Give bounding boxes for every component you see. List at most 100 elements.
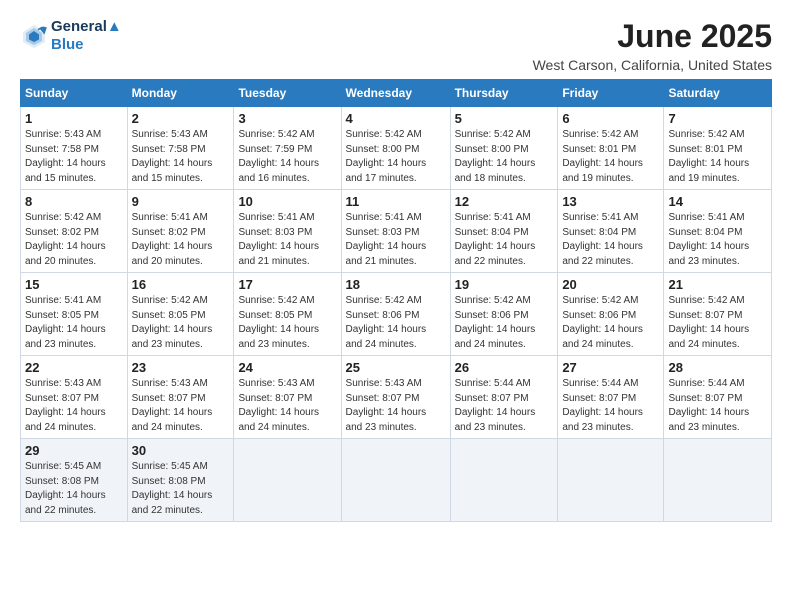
day-info: Sunrise: 5:42 AMSunset: 8:06 PMDaylight:… <box>455 294 554 352</box>
day-info: Sunrise: 5:43 AMSunset: 8:07 PMDaylight:… <box>132 377 230 435</box>
day-number: 15 <box>25 277 123 292</box>
day-number: 6 <box>562 111 659 126</box>
day-info: Sunrise: 5:43 AMSunset: 8:07 PMDaylight:… <box>25 377 123 435</box>
day-number: 2 <box>132 111 230 126</box>
calendar-cell: 15 Sunrise: 5:41 AMSunset: 8:05 PMDaylig… <box>21 273 128 356</box>
calendar-cell: 26 Sunrise: 5:44 AMSunset: 8:07 PMDaylig… <box>450 356 558 439</box>
day-info: Sunrise: 5:43 AMSunset: 8:07 PMDaylight:… <box>238 377 336 435</box>
day-number: 9 <box>132 194 230 209</box>
day-number: 22 <box>25 360 123 375</box>
day-number: 8 <box>25 194 123 209</box>
day-number: 10 <box>238 194 336 209</box>
day-info: Sunrise: 5:42 AMSunset: 8:06 PMDaylight:… <box>346 294 446 352</box>
day-info: Sunrise: 5:42 AMSunset: 8:06 PMDaylight:… <box>562 294 659 352</box>
logo: General▲ Blue <box>20 18 122 54</box>
calendar-cell: 2 Sunrise: 5:43 AMSunset: 7:58 PMDayligh… <box>127 107 234 190</box>
day-info: Sunrise: 5:41 AMSunset: 8:04 PMDaylight:… <box>562 211 659 269</box>
calendar-cell: 19 Sunrise: 5:42 AMSunset: 8:06 PMDaylig… <box>450 273 558 356</box>
calendar-header: Sunday Monday Tuesday Wednesday Thursday… <box>21 80 772 107</box>
day-number: 25 <box>346 360 446 375</box>
day-number: 27 <box>562 360 659 375</box>
calendar-cell <box>664 439 772 522</box>
col-saturday: Saturday <box>664 80 772 107</box>
logo-text: General▲ Blue <box>51 18 122 54</box>
calendar-cell <box>234 439 341 522</box>
col-thursday: Thursday <box>450 80 558 107</box>
calendar-cell: 14 Sunrise: 5:41 AMSunset: 8:04 PMDaylig… <box>664 190 772 273</box>
day-number: 11 <box>346 194 446 209</box>
day-number: 30 <box>132 443 230 458</box>
day-info: Sunrise: 5:43 AMSunset: 7:58 PMDaylight:… <box>132 128 230 186</box>
calendar-cell: 11 Sunrise: 5:41 AMSunset: 8:03 PMDaylig… <box>341 190 450 273</box>
day-info: Sunrise: 5:44 AMSunset: 8:07 PMDaylight:… <box>668 377 767 435</box>
day-number: 24 <box>238 360 336 375</box>
calendar-cell: 9 Sunrise: 5:41 AMSunset: 8:02 PMDayligh… <box>127 190 234 273</box>
day-number: 7 <box>668 111 767 126</box>
day-number: 5 <box>455 111 554 126</box>
page: General▲ Blue June 2025 West Carson, Cal… <box>0 0 792 612</box>
calendar-week-1: 1 Sunrise: 5:43 AMSunset: 7:58 PMDayligh… <box>21 107 772 190</box>
day-info: Sunrise: 5:42 AMSunset: 8:02 PMDaylight:… <box>25 211 123 269</box>
day-info: Sunrise: 5:41 AMSunset: 8:05 PMDaylight:… <box>25 294 123 352</box>
day-number: 19 <box>455 277 554 292</box>
calendar-week-3: 15 Sunrise: 5:41 AMSunset: 8:05 PMDaylig… <box>21 273 772 356</box>
col-monday: Monday <box>127 80 234 107</box>
day-info: Sunrise: 5:41 AMSunset: 8:03 PMDaylight:… <box>346 211 446 269</box>
day-number: 26 <box>455 360 554 375</box>
day-number: 13 <box>562 194 659 209</box>
day-info: Sunrise: 5:41 AMSunset: 8:04 PMDaylight:… <box>455 211 554 269</box>
day-number: 17 <box>238 277 336 292</box>
calendar-cell <box>558 439 664 522</box>
calendar-cell <box>450 439 558 522</box>
day-number: 28 <box>668 360 767 375</box>
day-info: Sunrise: 5:43 AMSunset: 8:07 PMDaylight:… <box>346 377 446 435</box>
day-info: Sunrise: 5:41 AMSunset: 8:03 PMDaylight:… <box>238 211 336 269</box>
calendar-cell: 22 Sunrise: 5:43 AMSunset: 8:07 PMDaylig… <box>21 356 128 439</box>
location-title: West Carson, California, United States <box>533 57 772 73</box>
day-info: Sunrise: 5:45 AMSunset: 8:08 PMDaylight:… <box>25 460 123 518</box>
day-number: 4 <box>346 111 446 126</box>
day-number: 1 <box>25 111 123 126</box>
day-number: 16 <box>132 277 230 292</box>
day-number: 3 <box>238 111 336 126</box>
day-number: 20 <box>562 277 659 292</box>
calendar-cell: 5 Sunrise: 5:42 AMSunset: 8:00 PMDayligh… <box>450 107 558 190</box>
col-wednesday: Wednesday <box>341 80 450 107</box>
calendar-week-2: 8 Sunrise: 5:42 AMSunset: 8:02 PMDayligh… <box>21 190 772 273</box>
day-info: Sunrise: 5:45 AMSunset: 8:08 PMDaylight:… <box>132 460 230 518</box>
day-number: 29 <box>25 443 123 458</box>
calendar-body: 1 Sunrise: 5:43 AMSunset: 7:58 PMDayligh… <box>21 107 772 522</box>
header: General▲ Blue June 2025 West Carson, Cal… <box>20 18 772 73</box>
day-number: 18 <box>346 277 446 292</box>
day-info: Sunrise: 5:42 AMSunset: 7:59 PMDaylight:… <box>238 128 336 186</box>
calendar-cell: 8 Sunrise: 5:42 AMSunset: 8:02 PMDayligh… <box>21 190 128 273</box>
calendar-table: Sunday Monday Tuesday Wednesday Thursday… <box>20 79 772 522</box>
day-number: 14 <box>668 194 767 209</box>
calendar-cell: 7 Sunrise: 5:42 AMSunset: 8:01 PMDayligh… <box>664 107 772 190</box>
calendar-cell: 13 Sunrise: 5:41 AMSunset: 8:04 PMDaylig… <box>558 190 664 273</box>
header-row: Sunday Monday Tuesday Wednesday Thursday… <box>21 80 772 107</box>
col-tuesday: Tuesday <box>234 80 341 107</box>
col-sunday: Sunday <box>21 80 128 107</box>
title-block: June 2025 West Carson, California, Unite… <box>533 18 772 73</box>
day-number: 23 <box>132 360 230 375</box>
day-info: Sunrise: 5:44 AMSunset: 8:07 PMDaylight:… <box>562 377 659 435</box>
calendar-cell: 12 Sunrise: 5:41 AMSunset: 8:04 PMDaylig… <box>450 190 558 273</box>
day-info: Sunrise: 5:41 AMSunset: 8:04 PMDaylight:… <box>668 211 767 269</box>
day-info: Sunrise: 5:42 AMSunset: 8:00 PMDaylight:… <box>455 128 554 186</box>
day-info: Sunrise: 5:42 AMSunset: 8:01 PMDaylight:… <box>562 128 659 186</box>
calendar-cell: 1 Sunrise: 5:43 AMSunset: 7:58 PMDayligh… <box>21 107 128 190</box>
day-info: Sunrise: 5:42 AMSunset: 8:05 PMDaylight:… <box>238 294 336 352</box>
calendar-cell: 3 Sunrise: 5:42 AMSunset: 7:59 PMDayligh… <box>234 107 341 190</box>
calendar-cell: 20 Sunrise: 5:42 AMSunset: 8:06 PMDaylig… <box>558 273 664 356</box>
calendar-cell: 30 Sunrise: 5:45 AMSunset: 8:08 PMDaylig… <box>127 439 234 522</box>
calendar-cell: 21 Sunrise: 5:42 AMSunset: 8:07 PMDaylig… <box>664 273 772 356</box>
calendar-cell: 16 Sunrise: 5:42 AMSunset: 8:05 PMDaylig… <box>127 273 234 356</box>
calendar-week-5: 29 Sunrise: 5:45 AMSunset: 8:08 PMDaylig… <box>21 439 772 522</box>
calendar-cell: 24 Sunrise: 5:43 AMSunset: 8:07 PMDaylig… <box>234 356 341 439</box>
day-info: Sunrise: 5:42 AMSunset: 8:00 PMDaylight:… <box>346 128 446 186</box>
day-info: Sunrise: 5:44 AMSunset: 8:07 PMDaylight:… <box>455 377 554 435</box>
day-number: 21 <box>668 277 767 292</box>
day-info: Sunrise: 5:41 AMSunset: 8:02 PMDaylight:… <box>132 211 230 269</box>
calendar-cell: 29 Sunrise: 5:45 AMSunset: 8:08 PMDaylig… <box>21 439 128 522</box>
